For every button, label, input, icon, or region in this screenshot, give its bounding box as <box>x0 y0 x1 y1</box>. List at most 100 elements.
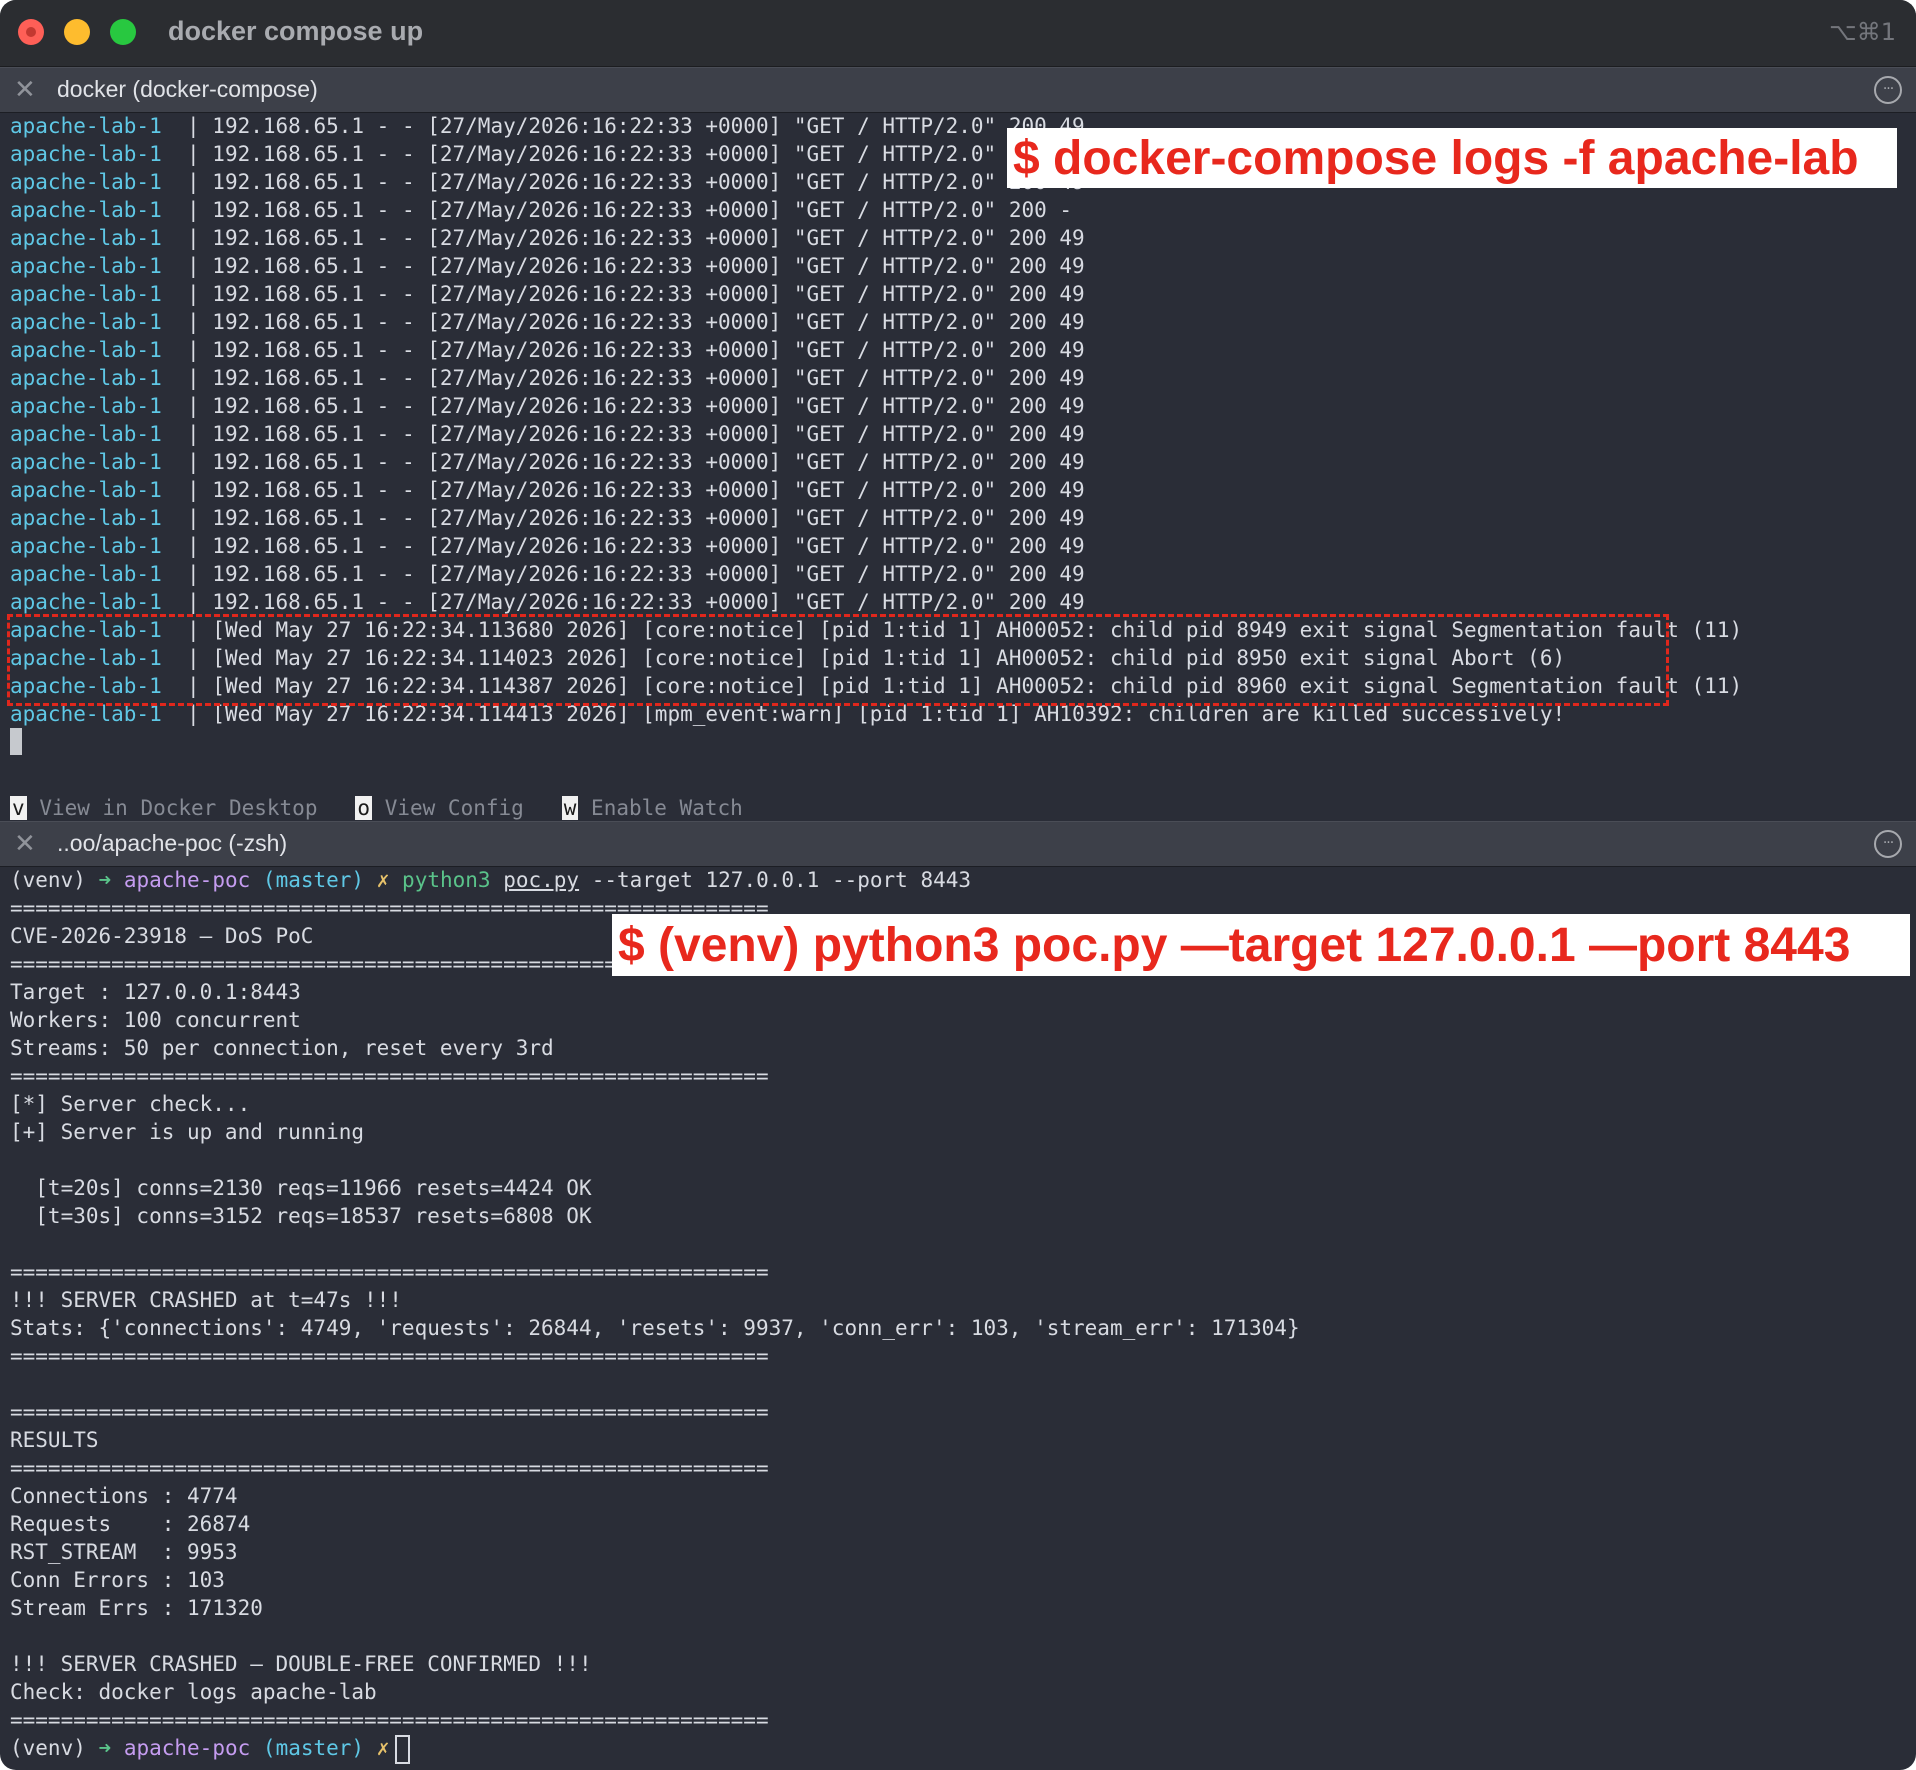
log-service-name: apache-lab-1 <box>10 114 162 138</box>
output-line: [t=20s] conns=2130 reqs=11966 resets=442… <box>10 1176 592 1200</box>
bottom-pane-tab[interactable]: ✕ ..oo/apache-poc (-zsh) ··· <box>0 821 1916 867</box>
terminal-window: docker compose up ⌥⌘1 ✕ docker (docker-c… <box>0 0 1916 1770</box>
output-line: Requests : 26874 <box>10 1512 251 1536</box>
more-options-icon[interactable]: ··· <box>1874 76 1902 104</box>
minimize-window-button[interactable] <box>64 19 90 45</box>
log-service-name: apache-lab-1 <box>10 534 162 558</box>
output-line: Streams: 50 per connection, reset every … <box>10 1036 554 1060</box>
bottom-callout: $ (venv) python3 poc.py —target 127.0.0.… <box>612 914 1910 976</box>
prompt-dirty-icon: ✗ <box>376 1736 390 1760</box>
docker-shortcut-hints: v View in Docker Desktop o View Config w… <box>10 794 743 822</box>
close-window-button[interactable] <box>18 19 44 45</box>
venv-label: (venv) <box>10 1736 86 1760</box>
prompt-directory: apache-poc <box>123 1736 251 1760</box>
output-line: [*] Server check... <box>10 1092 251 1116</box>
venv-label: (venv) <box>10 868 86 892</box>
hint-key-o[interactable]: o <box>355 796 373 820</box>
log-line: apache-lab-1 | 192.168.65.1 - - [27/May/… <box>10 392 1085 420</box>
window-title: docker compose up <box>168 16 424 46</box>
command-script: poc.py <box>503 868 580 892</box>
log-line: apache-lab-1 | 192.168.65.1 - - [27/May/… <box>10 336 1085 364</box>
prompt-dirty-icon: ✗ <box>376 868 390 892</box>
log-message: | 192.168.65.1 - - [27/May/2026:16:22:33… <box>187 478 1085 502</box>
output-line: [t=30s] conns=3152 reqs=18537 resets=680… <box>10 1204 592 1228</box>
input-cursor[interactable] <box>395 1734 411 1764</box>
log-line: apache-lab-1 | 192.168.65.1 - - [27/May/… <box>10 252 1085 280</box>
output-line: [+] Server is up and running <box>10 1120 365 1144</box>
log-service-name: apache-lab-1 <box>10 506 162 530</box>
prompt-branch: (master) <box>262 868 365 892</box>
log-service-name: apache-lab-1 <box>10 590 162 614</box>
log-line: apache-lab-1 | 192.168.65.1 - - [27/May/… <box>10 588 1085 616</box>
prompt-arrow-icon: ➜ <box>98 868 112 892</box>
close-icon[interactable]: ✕ <box>14 76 36 104</box>
log-message: | 192.168.65.1 - - [27/May/2026:16:22:33… <box>187 338 1085 362</box>
log-cursor <box>10 728 22 755</box>
log-service-name: apache-lab-1 <box>10 338 162 362</box>
log-message: | 192.168.65.1 - - [27/May/2026:16:22:33… <box>187 226 1085 250</box>
more-options-icon[interactable]: ··· <box>1874 830 1902 858</box>
window-shortcut: ⌥⌘1 <box>1829 18 1896 46</box>
log-service-name: apache-lab-1 <box>10 478 162 502</box>
prompt-line[interactable]: (venv) ➜ apache-poc (master) ✗ <box>10 1734 411 1764</box>
command-args: --target 127.0.0.1 --port 8443 <box>579 868 972 892</box>
log-line: apache-lab-1 | 192.168.65.1 - - [27/May/… <box>10 560 1085 588</box>
log-service-name: apache-lab-1 <box>10 282 162 306</box>
log-service-name: apache-lab-1 <box>10 198 162 222</box>
hint-label[interactable]: Enable Watch <box>591 796 743 820</box>
output-line: Conn Errors : 103 <box>10 1568 225 1592</box>
log-line: apache-lab-1 | 192.168.65.1 - - [27/May/… <box>10 280 1085 308</box>
log-message: | 192.168.65.1 - - [27/May/2026:16:22:33… <box>187 450 1085 474</box>
log-service-name: apache-lab-1 <box>10 394 162 418</box>
log-line: apache-lab-1 | 192.168.65.1 - - [27/May/… <box>10 140 1085 168</box>
prompt-directory: apache-poc <box>123 868 251 892</box>
bottom-pane-title: ..oo/apache-poc (-zsh) <box>57 830 288 856</box>
log-service-name: apache-lab-1 <box>10 562 162 586</box>
log-message: | 192.168.65.1 - - [27/May/2026:16:22:33… <box>187 198 1073 222</box>
log-service-name: apache-lab-1 <box>10 450 162 474</box>
log-message: | 192.168.65.1 - - [27/May/2026:16:22:33… <box>187 254 1085 278</box>
log-message: | 192.168.65.1 - - [27/May/2026:16:22:33… <box>187 310 1085 334</box>
hint-key-v[interactable]: v <box>10 796 27 820</box>
zoom-window-button[interactable] <box>110 19 136 45</box>
output-line: !!! SERVER CRASHED at t=47s !!! <box>10 1288 402 1312</box>
log-message: | 192.168.65.1 - - [27/May/2026:16:22:33… <box>187 562 1085 586</box>
log-line: apache-lab-1 | 192.168.65.1 - - [27/May/… <box>10 448 1085 476</box>
crash-highlight-box <box>7 614 1669 706</box>
docker-log-pane[interactable]: apache-lab-1 | 192.168.65.1 - - [27/May/… <box>0 112 1916 820</box>
log-message: | 192.168.65.1 - - [27/May/2026:16:22:33… <box>187 114 1085 138</box>
output-line: Workers: 100 concurrent <box>10 1008 301 1032</box>
log-message: | 192.168.65.1 - - [27/May/2026:16:22:33… <box>187 394 1085 418</box>
log-service-name: apache-lab-1 <box>10 366 162 390</box>
log-service-name: apache-lab-1 <box>10 422 162 446</box>
log-line: apache-lab-1 | 192.168.65.1 - - [27/May/… <box>10 196 1072 224</box>
window-titlebar: docker compose up ⌥⌘1 <box>0 0 1916 67</box>
output-line: Check: docker logs apache-lab <box>10 1680 377 1704</box>
output-line: !!! SERVER CRASHED — DOUBLE-FREE CONFIRM… <box>10 1652 592 1676</box>
log-message: | 192.168.65.1 - - [27/May/2026:16:22:33… <box>187 170 1085 194</box>
log-line: apache-lab-1 | 192.168.65.1 - - [27/May/… <box>10 168 1085 196</box>
log-line: apache-lab-1 | 192.168.65.1 - - [27/May/… <box>10 476 1085 504</box>
top-callout: $ docker-compose logs -f apache-lab <box>1007 128 1897 188</box>
close-icon[interactable]: ✕ <box>14 830 36 858</box>
log-message: | 192.168.65.1 - - [27/May/2026:16:22:33… <box>187 282 1085 306</box>
output-line: RST_STREAM : 9953 <box>10 1540 238 1564</box>
prompt-branch: (master) <box>262 1736 365 1760</box>
output-line: ========================================… <box>10 1344 769 1368</box>
top-pane-tab[interactable]: ✕ docker (docker-compose) ··· <box>0 67 1916 113</box>
log-message: | 192.168.65.1 - - [27/May/2026:16:22:33… <box>187 590 1085 614</box>
output-line: Target : 127.0.0.1:8443 <box>10 980 301 1004</box>
hint-key-w[interactable]: w <box>561 796 579 820</box>
output-line: Stats: {'connections': 4749, 'requests':… <box>10 1316 1300 1340</box>
hint-label[interactable]: View in Docker Desktop <box>39 796 317 820</box>
output-line: Connections : 4774 <box>10 1484 238 1508</box>
log-service-name: apache-lab-1 <box>10 254 162 278</box>
log-line: apache-lab-1 | 192.168.65.1 - - [27/May/… <box>10 532 1085 560</box>
log-service-name: apache-lab-1 <box>10 170 162 194</box>
log-service-name: apache-lab-1 <box>10 226 162 250</box>
prompt-arrow-icon: ➜ <box>98 1736 112 1760</box>
zsh-pane[interactable]: (venv) ➜ apache-poc (master) ✗ python3 p… <box>0 866 1916 1770</box>
hint-label[interactable]: View Config <box>385 796 524 820</box>
output-line: ========================================… <box>10 1456 769 1480</box>
log-message: | 192.168.65.1 - - [27/May/2026:16:22:33… <box>187 366 1085 390</box>
